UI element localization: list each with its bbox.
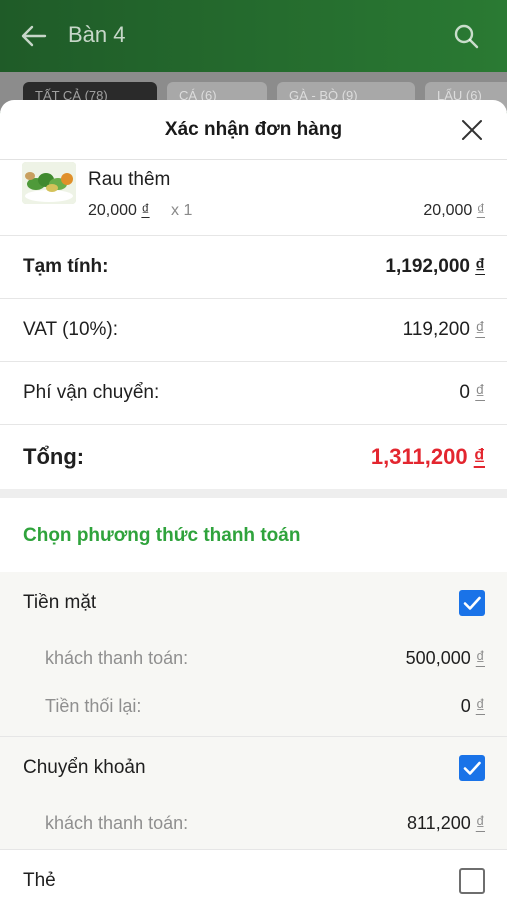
vat-label: VAT (10%):: [23, 319, 119, 340]
card-label: Thẻ: [23, 870, 56, 891]
cash-change-value: 0 ₫: [460, 696, 485, 716]
payment-option-transfer[interactable]: Chuyển khoản: [0, 737, 507, 801]
subtotal-value: 1,192,000 ₫: [385, 256, 485, 277]
cash-label: Tiền mặt: [23, 592, 97, 613]
payment-card-block: Thẻ: [0, 850, 507, 900]
cash-change-row: Tiền thối lại: 0 ₫: [0, 684, 507, 736]
back-arrow-icon[interactable]: [20, 22, 48, 50]
card-checkbox[interactable]: [459, 868, 485, 894]
order-item: Rau thêm 20,000 ₫ x 1 20,000 ₫: [0, 160, 507, 236]
close-icon[interactable]: [458, 116, 486, 144]
search-icon[interactable]: [452, 22, 480, 50]
transfer-label: Chuyển khoản: [23, 757, 146, 778]
total-value: 1,311,200 ₫: [370, 444, 485, 469]
cash-change-label: Tiền thối lại:: [45, 696, 142, 716]
subtotal-label: Tạm tính:: [23, 256, 109, 277]
transfer-paid-label: khách thanh toán:: [45, 813, 189, 833]
cash-paid-row[interactable]: khách thanh toán: 500,000 ₫: [0, 636, 507, 684]
payment-option-cash[interactable]: Tiền mặt: [0, 572, 507, 636]
item-line-total: 20,000 ₫: [423, 202, 485, 219]
item-name: Rau thêm: [88, 169, 171, 190]
cash-paid-label: khách thanh toán:: [45, 648, 189, 668]
payment-cash-block: Tiền mặt khách thanh toán: 500,000 ₫ Tiề…: [0, 572, 507, 737]
sheet-header: Xác nhận đơn hàng: [0, 100, 507, 160]
table-title: Bàn 4: [68, 22, 126, 47]
payment-option-card[interactable]: Thẻ: [0, 850, 507, 900]
order-confirm-sheet: Xác nhận đơn hàng Rau thêm 20,000 ₫ x 1 …: [0, 100, 507, 900]
payment-transfer-block: Chuyển khoản khách thanh toán: 811,200 ₫: [0, 737, 507, 850]
vat-value: 119,200 ₫: [402, 319, 485, 340]
transfer-paid-row[interactable]: khách thanh toán: 811,200 ₫: [0, 801, 507, 849]
shipping-label: Phí vận chuyển:: [23, 382, 160, 403]
total-label: Tổng:: [23, 444, 85, 469]
cash-checkbox[interactable]: [459, 590, 485, 616]
cash-paid-value[interactable]: 500,000 ₫: [406, 648, 485, 669]
transfer-paid-value[interactable]: 811,200 ₫: [407, 813, 485, 834]
shipping-value: 0 ₫: [459, 382, 485, 403]
check-icon: [463, 596, 481, 610]
section-divider: [0, 489, 507, 498]
check-icon: [463, 761, 481, 775]
payment-heading: Chọn phương thức thanh toán: [0, 498, 507, 572]
item-thumbnail: [22, 162, 76, 204]
item-unit-price: 20,000 ₫: [88, 202, 150, 219]
app-bar: Bàn 4: [0, 0, 507, 72]
sheet-title: Xác nhận đơn hàng: [164, 119, 343, 140]
subtotal-row: Tạm tính: 1,192,000 ₫: [0, 236, 507, 299]
item-quantity: x 1: [171, 202, 193, 219]
transfer-checkbox[interactable]: [459, 755, 485, 781]
shipping-row: Phí vận chuyển: 0 ₫: [0, 362, 507, 425]
vat-row: VAT (10%): 119,200 ₫: [0, 299, 507, 362]
total-row: Tổng: 1,311,200 ₫: [0, 425, 507, 489]
